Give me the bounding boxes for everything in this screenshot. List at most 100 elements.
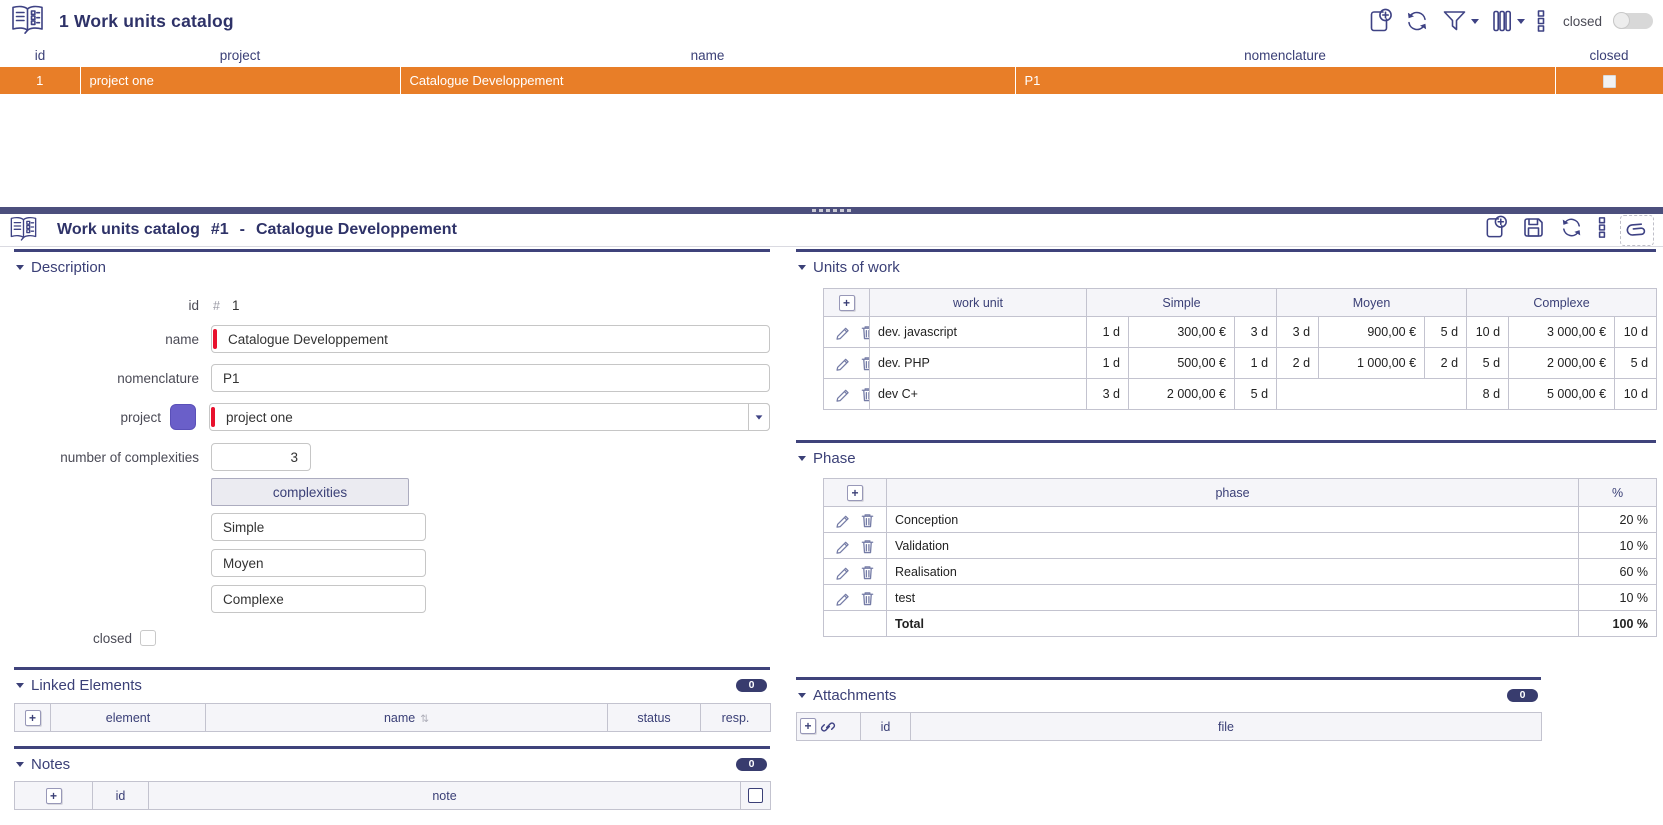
work-unit-name[interactable]: dev. PHP xyxy=(869,347,1087,379)
phase-name[interactable]: Conception xyxy=(886,506,1579,533)
complexities-header-button[interactable]: complexities xyxy=(211,478,409,506)
phase-percent[interactable]: 10 % xyxy=(1578,532,1657,559)
add-record-icon[interactable] xyxy=(1483,215,1508,246)
name-field[interactable]: Catalogue Developpement xyxy=(211,325,770,353)
section-header-linked-elements[interactable]: Linked Elements 0 xyxy=(16,674,770,696)
complexe-d-max[interactable]: 10 d xyxy=(1614,378,1658,410)
notes-header-checkbox[interactable] xyxy=(748,788,763,804)
moyen-price[interactable]: 900,00 € xyxy=(1318,316,1426,348)
cell-nomenclature[interactable]: P1 xyxy=(1014,67,1555,94)
project-select-field[interactable]: project one xyxy=(209,403,770,431)
add-linked-element-button[interactable]: + xyxy=(24,709,41,726)
attachment-dropzone[interactable] xyxy=(1620,214,1654,246)
section-header-attachments[interactable]: Attachments 0 xyxy=(798,684,1541,706)
complexe-d-max[interactable]: 10 d xyxy=(1614,316,1658,348)
link-chain-icon[interactable] xyxy=(819,718,837,736)
simple-d-min[interactable]: 1 d xyxy=(1086,347,1129,379)
add-note-button[interactable]: + xyxy=(45,787,62,804)
column-header-phase[interactable]: phase xyxy=(886,478,1579,507)
add-work-unit-button[interactable]: + xyxy=(838,294,855,311)
columns-icon[interactable] xyxy=(1490,8,1525,34)
moyen-price[interactable]: 1 000,00 € xyxy=(1318,347,1426,379)
moyen-d-max[interactable]: 2 d xyxy=(1424,347,1468,379)
simple-d-max[interactable]: 3 d xyxy=(1233,316,1278,348)
complexity-1-field[interactable]: Simple xyxy=(211,513,426,541)
edit-pencil-icon[interactable] xyxy=(835,564,851,580)
sort-icon[interactable]: ⇅ xyxy=(420,713,429,725)
complexe-price[interactable]: 3 000,00 € xyxy=(1508,316,1616,348)
section-header-units-of-work[interactable]: Units of work xyxy=(798,256,1656,278)
filter-icon[interactable] xyxy=(1441,8,1479,34)
delete-trash-icon[interactable] xyxy=(860,564,875,580)
phase-name[interactable]: Realisation xyxy=(886,558,1579,585)
edit-pencil-icon[interactable] xyxy=(835,512,851,528)
edit-pencil-icon[interactable] xyxy=(835,590,851,606)
complexity-3-field[interactable]: Complexe xyxy=(211,585,426,613)
complexe-price[interactable]: 5 000,00 € xyxy=(1508,378,1616,410)
delete-trash-icon[interactable] xyxy=(860,590,875,606)
column-header-name[interactable]: name ⇅ xyxy=(205,703,608,732)
phase-name[interactable]: Validation xyxy=(886,532,1579,559)
column-group-complexe[interactable]: Complexe xyxy=(1466,288,1658,317)
delete-trash-icon[interactable] xyxy=(860,386,869,402)
delete-trash-icon[interactable] xyxy=(860,538,875,554)
menu-kebab-icon[interactable] xyxy=(1536,8,1546,34)
refresh-icon[interactable] xyxy=(1404,8,1430,34)
add-phase-button[interactable]: + xyxy=(847,484,863,501)
panel-splitter-handle[interactable] xyxy=(0,207,1663,214)
column-header-element[interactable]: element xyxy=(50,703,206,732)
complexe-d-max[interactable]: 5 d xyxy=(1614,347,1658,379)
column-header-status[interactable]: status xyxy=(607,703,701,732)
column-header-name[interactable]: name xyxy=(400,44,1015,67)
moyen-d-min[interactable]: 3 d xyxy=(1276,316,1320,348)
simple-d-max[interactable]: 5 d xyxy=(1233,378,1278,410)
cell-project[interactable]: project one xyxy=(79,67,400,94)
complexity-count-field[interactable]: 3 xyxy=(211,443,311,471)
simple-price[interactable]: 2 000,00 € xyxy=(1128,378,1235,410)
add-attachment-button[interactable]: + xyxy=(800,717,816,734)
column-header-closed[interactable]: closed xyxy=(1555,44,1663,67)
column-header-nomenclature[interactable]: nomenclature xyxy=(1015,44,1555,67)
column-header-percent[interactable]: % xyxy=(1578,478,1657,507)
moyen-d-max[interactable]: 5 d xyxy=(1424,316,1468,348)
column-header-work-unit[interactable]: work unit xyxy=(869,288,1087,317)
column-header-id[interactable]: id xyxy=(860,712,911,741)
column-group-moyen[interactable]: Moyen xyxy=(1276,288,1468,317)
edit-pencil-icon[interactable] xyxy=(835,538,851,554)
section-header-description[interactable]: Description xyxy=(16,256,770,278)
complexity-2-field[interactable]: Moyen xyxy=(211,549,426,577)
phase-percent[interactable]: 60 % xyxy=(1578,558,1657,585)
column-header-id[interactable]: id xyxy=(0,44,80,67)
simple-d-max[interactable]: 1 d xyxy=(1233,347,1278,379)
add-record-icon[interactable] xyxy=(1367,8,1393,35)
complexe-price[interactable]: 2 000,00 € xyxy=(1508,347,1616,379)
complexe-d-min[interactable]: 8 d xyxy=(1466,378,1510,410)
column-header-resp[interactable]: resp. xyxy=(700,703,771,732)
moyen-d-min[interactable]: 2 d xyxy=(1276,347,1320,379)
table-row-selected[interactable]: 1 project one Catalogue Developpement P1 xyxy=(0,67,1663,94)
section-header-notes[interactable]: Notes 0 xyxy=(16,753,770,775)
menu-kebab-icon[interactable] xyxy=(1597,215,1607,245)
simple-d-min[interactable]: 1 d xyxy=(1086,316,1129,348)
simple-price[interactable]: 500,00 € xyxy=(1128,347,1235,379)
cell-id[interactable]: 1 xyxy=(0,67,80,94)
work-unit-name[interactable]: dev. javascript xyxy=(869,316,1087,348)
delete-trash-icon[interactable] xyxy=(860,324,869,340)
section-header-phase[interactable]: Phase xyxy=(798,447,1656,469)
edit-pencil-icon[interactable] xyxy=(835,386,851,402)
save-icon[interactable] xyxy=(1521,215,1546,245)
phase-percent[interactable]: 20 % xyxy=(1578,506,1657,533)
complexe-d-min[interactable]: 10 d xyxy=(1466,316,1510,348)
column-header-project[interactable]: project xyxy=(80,44,400,67)
closed-checkbox[interactable] xyxy=(140,630,156,646)
delete-trash-icon[interactable] xyxy=(860,355,869,371)
delete-trash-icon[interactable] xyxy=(860,512,875,528)
project-dropdown-button[interactable] xyxy=(748,403,770,431)
work-unit-name[interactable]: dev C+ xyxy=(869,378,1087,410)
project-color-swatch[interactable] xyxy=(170,404,196,430)
closed-filter-toggle[interactable] xyxy=(1613,12,1653,29)
edit-pencil-icon[interactable] xyxy=(835,355,851,371)
simple-d-min[interactable]: 3 d xyxy=(1086,378,1129,410)
phase-name[interactable]: test xyxy=(886,584,1579,611)
column-header-file[interactable]: file xyxy=(910,712,1542,741)
